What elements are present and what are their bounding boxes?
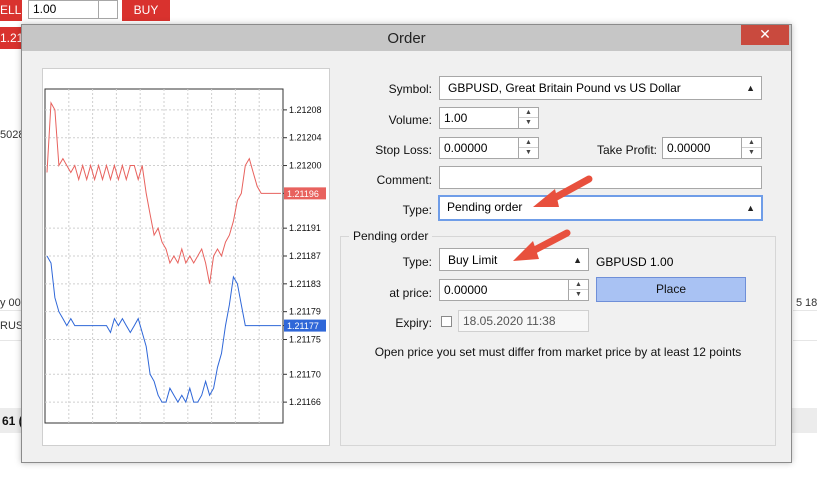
- pending-note: Open price you set must differ from mark…: [374, 345, 742, 359]
- expiry-checkbox[interactable]: [441, 316, 452, 327]
- background-footer-text: 61 (: [2, 414, 23, 428]
- background-divider: [0, 310, 21, 311]
- spin-down-icon[interactable]: ▼: [742, 148, 761, 158]
- stoploss-value: 0.00000: [444, 141, 488, 155]
- pending-type-info: GBPUSD 1.00: [596, 255, 674, 269]
- background-tick-text: 18: [805, 297, 817, 309]
- bid-price-badge-label: 1.21177: [287, 321, 319, 331]
- takeprofit-value: 0.00000: [667, 141, 711, 155]
- chart-y-tick-label: 1.21208: [289, 105, 322, 115]
- symbol-value: GBPUSD, Great Britain Pound vs US Dollar: [448, 81, 681, 95]
- ask-price-badge-label: 1.21196: [287, 189, 319, 199]
- order-type-select[interactable]: Pending order ▲: [438, 195, 763, 221]
- pending-order-group-title: Pending order: [349, 229, 433, 243]
- type-label: Type:: [402, 203, 432, 217]
- at-price-field[interactable]: 0.00000 ▲ ▼: [439, 279, 589, 301]
- expiry-label: Expiry:: [395, 316, 432, 330]
- stoploss-spinner[interactable]: ▲ ▼: [518, 138, 538, 158]
- at-price-value: 0.00000: [444, 283, 488, 297]
- stoploss-label: Stop Loss:: [375, 143, 432, 157]
- updown-chevron-icon: ▲: [746, 203, 755, 213]
- volume-spinner[interactable]: ▲ ▼: [518, 108, 538, 128]
- order-type-value: Pending order: [447, 200, 523, 214]
- order-dialog: Order ✕ 1.21208 1.21204 1.21200 1.21191 1.21…: [21, 24, 792, 463]
- comment-label: Comment:: [376, 173, 432, 187]
- chart-y-tick-label: 1.21204: [289, 133, 322, 143]
- takeprofit-label: Take Profit:: [596, 143, 657, 157]
- chart-y-tick-label: 1.21175: [289, 335, 321, 345]
- takeprofit-spinner[interactable]: ▲ ▼: [741, 138, 761, 158]
- spin-down-icon[interactable]: ▼: [519, 148, 538, 158]
- volume-label: Volume:: [388, 113, 432, 127]
- sell-button[interactable]: ELL: [0, 0, 22, 21]
- price-chart-svg: 1.21208 1.21204 1.21200 1.21191 1.21187 1.211…: [44, 88, 326, 424]
- chart-y-tick-label: 1.21179: [289, 307, 321, 317]
- pending-type-value: Buy Limit: [448, 253, 498, 267]
- place-button[interactable]: Place: [596, 277, 746, 302]
- spin-up-icon[interactable]: ▲: [519, 138, 538, 148]
- background-divider: [0, 340, 21, 341]
- dialog-title: Order: [22, 25, 791, 51]
- chart-y-tick-label: 1.21166: [289, 397, 321, 407]
- chart-y-tick-label: 1.21183: [289, 279, 321, 289]
- comment-field[interactable]: [439, 166, 762, 189]
- updown-chevron-icon: ▲: [746, 83, 755, 93]
- chart-y-tick-label: 1.21191: [289, 223, 321, 233]
- buy-button[interactable]: BUY: [122, 0, 170, 21]
- price-chart: 1.21208 1.21204 1.21200 1.21191 1.21187 1.211…: [42, 68, 330, 446]
- at-price-label: at price:: [389, 286, 432, 300]
- background-divider: [793, 310, 817, 311]
- symbol-select[interactable]: GBPUSD, Great Britain Pound vs US Dollar…: [439, 76, 762, 100]
- stoploss-field[interactable]: 0.00000 ▲ ▼: [439, 137, 539, 159]
- annotation-arrow-icon: [513, 229, 571, 261]
- background-tick-text: 5: [796, 297, 803, 309]
- spin-up-icon[interactable]: ▲: [742, 138, 761, 148]
- background-price-badge: 1.21: [0, 27, 23, 49]
- annotation-arrow-icon: [533, 175, 593, 207]
- spin-down-icon[interactable]: ▼: [569, 290, 588, 300]
- volume-field[interactable]: 1.00 ▲ ▼: [439, 107, 539, 129]
- symbol-label: Symbol:: [388, 82, 432, 96]
- background-volume-spinner[interactable]: [98, 0, 118, 19]
- pending-type-label: Type:: [402, 255, 432, 269]
- spin-up-icon[interactable]: ▲: [569, 280, 588, 290]
- chart-y-tick-label: 1.21187: [289, 251, 321, 261]
- background-divider: [793, 340, 817, 341]
- chart-y-tick-label: 1.21170: [289, 369, 321, 379]
- chart-plot-frame: [44, 88, 284, 424]
- chart-y-tick-label: 1.21200: [289, 161, 322, 171]
- spin-up-icon[interactable]: ▲: [519, 108, 538, 118]
- close-icon[interactable]: ✕: [741, 25, 789, 45]
- volume-value: 1.00: [444, 111, 468, 125]
- spin-down-icon[interactable]: ▼: [519, 118, 538, 128]
- takeprofit-field[interactable]: 0.00000 ▲ ▼: [662, 137, 762, 159]
- at-price-spinner[interactable]: ▲ ▼: [568, 280, 588, 300]
- expiry-field[interactable]: 18.05.2020 11:38: [458, 310, 589, 332]
